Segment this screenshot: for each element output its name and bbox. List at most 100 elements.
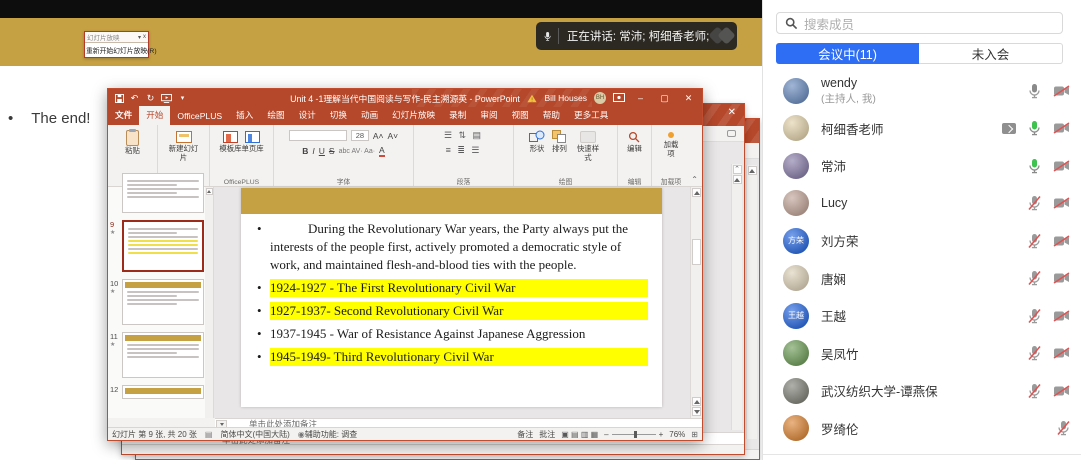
notes-toggle[interactable]: 备注 [517,429,533,440]
zoom-percentage[interactable]: 76% [669,430,685,439]
addins-button[interactable]: 加载项 [660,128,682,158]
book-icon[interactable]: ▤ [205,430,213,439]
participant-row[interactable]: 常沛 [763,147,1081,185]
ribbon-collapse-icon[interactable]: ⌃ [691,175,698,184]
ribbon-tab[interactable]: 开始 [139,106,170,125]
ribbon-tab[interactable]: 帮助 [536,106,567,125]
save-icon[interactable] [115,94,124,103]
close-icon[interactable]: ✕ [728,107,736,118]
strikethrough-button[interactable]: S [329,146,335,156]
chevron-down-icon[interactable]: ▾ [138,34,141,41]
mic-status-icon[interactable] [1028,383,1041,399]
participant-row[interactable]: 柯细香老师 [763,110,1081,148]
slide-scrollbar[interactable] [690,187,702,418]
template-library-button[interactable]: 模板库 [219,128,241,154]
scroll-up-button[interactable] [692,188,701,197]
ribbon-tab[interactable]: 设计 [292,106,323,125]
participant-row[interactable]: 武汉纺织大学-谭燕保 [763,372,1081,410]
close-button[interactable]: ✕ [680,93,697,104]
ribbon-tab[interactable]: OfficePLUS [170,108,229,125]
mic-status-icon[interactable] [1028,195,1041,211]
ribbon-collapse-button[interactable]: ⌃ [733,165,742,174]
quick-style-button[interactable]: 快速样式 [574,128,602,162]
camera-off-icon[interactable] [1053,160,1070,172]
grow-font-button[interactable]: A˄ [373,131,384,141]
mic-status-icon[interactable] [1028,345,1041,361]
ribbon-tab[interactable]: 审阅 [473,106,504,125]
next-slide-button[interactable] [692,407,701,416]
ribbon-tab[interactable]: 录制 [442,106,473,125]
participant-row[interactable]: 王越 王越 [763,297,1081,335]
scroll-up-button[interactable] [733,175,742,184]
comments-toggle[interactable]: 批注 [539,429,555,440]
participant-row[interactable]: 吴凤竹 [763,335,1081,373]
participant-row[interactable]: Lucy [763,185,1081,223]
undo-icon[interactable]: ↶ [129,93,140,104]
shrink-font-button[interactable]: A˅ [388,131,399,141]
mic-status-icon[interactable] [1028,233,1041,249]
font-name-input[interactable] [289,130,347,141]
presenter-view-icon[interactable] [613,93,625,103]
fit-slide-button[interactable]: ⊞ [691,430,698,439]
camera-off-icon[interactable] [1053,272,1070,284]
current-slide[interactable]: • During the Revolutionary War years, th… [241,188,662,407]
font-size-input[interactable]: 28 [351,130,369,141]
participant-row[interactable]: 方荣 刘方荣 [763,222,1081,260]
new-slide-button[interactable]: 新建幻灯片 [167,128,201,162]
participant-row[interactable]: 罗绮伦 [763,410,1081,448]
slide-thumbnail-9[interactable]: 9 ★ [122,220,205,272]
mic-status-icon[interactable] [1028,308,1041,324]
participant-row[interactable]: wendy (主持人, 我) [763,72,1081,110]
font-extras[interactable]: abc AV· Aa· [339,148,375,155]
italic-button[interactable]: I [312,146,314,156]
zoom-out-button[interactable]: – [604,430,608,439]
mic-status-icon[interactable] [1028,83,1041,99]
mic-status-icon[interactable] [1028,158,1041,174]
account-name[interactable]: Bill Houses [544,93,587,103]
underline-button[interactable]: U [319,146,325,156]
paragraph-buttons-row2[interactable]: ≡ ≣ ☰ [446,145,482,156]
camera-off-icon[interactable] [1053,347,1070,359]
shapes-button[interactable]: 形状 [529,128,545,162]
ribbon-tab[interactable]: 切换 [323,106,354,125]
view-buttons[interactable]: ▣ ▤ ▥ ▦ [561,430,598,439]
account-avatar[interactable]: BH [594,92,606,104]
scroll-up-button[interactable] [206,188,213,195]
slide-bullet-item[interactable]: • 1945-1949- Third Revolutionary Civil W… [257,348,648,366]
slide-bullet-item[interactable]: • 1924-1927 - The First Revolutionary Ci… [257,279,648,297]
minimize-button[interactable]: – [632,93,649,103]
arrange-button[interactable]: 排列 [552,128,567,162]
language-status[interactable]: 简体中文(中国大陆) [220,429,289,440]
ribbon-tab[interactable]: 幻灯片放映 [385,106,442,125]
page-library-button[interactable]: 单页库 [242,128,264,154]
restart-slideshow-item[interactable]: 重新开始幻灯片放映(R) [85,42,148,57]
zoom-slider-thumb[interactable] [634,431,637,438]
mic-status-icon[interactable] [1028,270,1041,286]
participant-row[interactable]: 唐娴 [763,260,1081,298]
title-bar[interactable]: ↶ ↻ ▾ Unit 4 -1理解当代中国阅读与写作-民主溯源英 - Power… [108,89,702,107]
maximize-button[interactable]: ▢ [656,93,673,104]
slide-bullet-item[interactable]: • 1927-1937- Second Revolutionary Civil … [257,302,648,320]
ribbon-tab[interactable]: 文件 [108,106,139,125]
redo-icon[interactable]: ↻ [145,93,156,104]
scroll-up-button[interactable] [748,166,757,175]
scrollbar-thumb[interactable] [692,239,701,265]
search-member-input[interactable]: 搜索成员 [776,12,1063,34]
tab-not-joined[interactable]: 未入会 [919,43,1063,64]
camera-off-icon[interactable] [1053,122,1070,134]
paragraph-buttons-row1[interactable]: ☰ ⇅ ▤ [444,130,483,141]
slide-thumbnail-8[interactable] [122,173,205,213]
camera-off-icon[interactable] [1053,385,1070,397]
slide-paragraph[interactable]: • During the Revolutionary War years, th… [257,220,648,274]
ribbon-tab[interactable]: 插入 [229,106,260,125]
bold-button[interactable]: B [302,146,308,156]
camera-off-icon[interactable] [1053,85,1070,97]
ribbon-tab[interactable]: 更多工具 [567,106,615,125]
zoom-slider[interactable]: – + [604,430,663,439]
camera-off-icon[interactable] [1053,197,1070,209]
camera-off-icon[interactable] [1053,235,1070,247]
camera-off-icon[interactable] [1053,310,1070,322]
slide-thumbnail-12[interactable]: 12 [122,385,205,399]
ribbon-tab[interactable]: 绘图 [260,106,291,125]
ribbon-tab[interactable]: 视图 [505,106,536,125]
